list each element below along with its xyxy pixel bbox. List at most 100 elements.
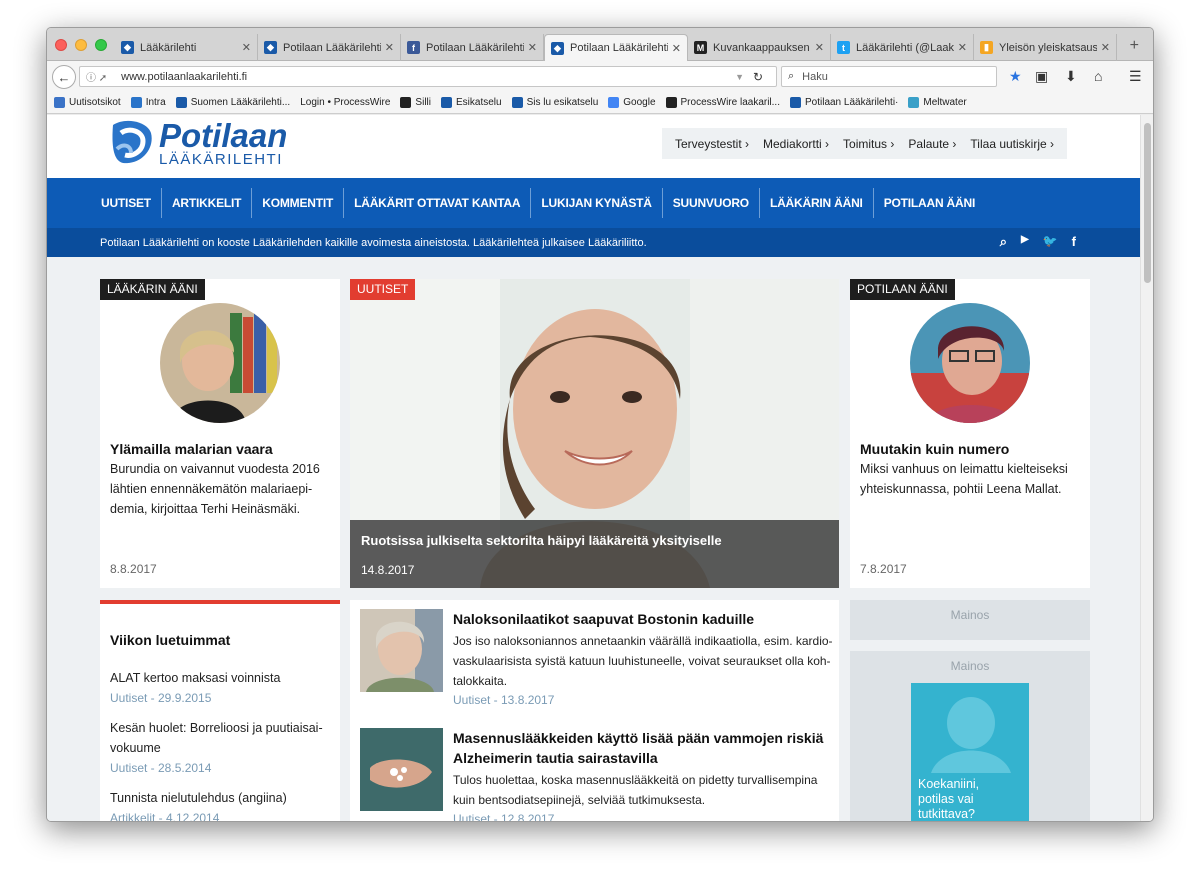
nav-potilaan-aani[interactable]: POTILAAN ÄÄNI xyxy=(874,188,985,218)
news-title[interactable]: Masennuslääkkeiden käyttö lisää pään vam… xyxy=(453,728,833,768)
news-title[interactable]: Naloksonilaatikot saapuvat Bostonin kadu… xyxy=(453,609,833,629)
tab-label: Potilaan Lääkärilehti xyxy=(283,41,381,54)
toplink-terveystestit[interactable]: Terveystestit › xyxy=(675,137,749,151)
bookmark-uutisotsikot[interactable]: Uutisotsikot xyxy=(54,97,121,108)
bookmark-esikatselu[interactable]: Esikatselu xyxy=(440,97,502,108)
laakarilehti-icon: ◆ xyxy=(551,41,564,55)
nav-artikkelit[interactable]: ARTIKKELIT xyxy=(162,188,253,218)
tab-potilaan-active[interactable]: ◆ Potilaan Lääkärilehti ✕ xyxy=(544,34,688,61)
download-icon[interactable]: ⬇ xyxy=(1065,68,1077,85)
bookmark-potilaan[interactable]: Potilaan Lääkärilehti· xyxy=(789,97,898,108)
back-button[interactable]: ← xyxy=(52,65,76,89)
news-excerpt: Tulos huolettaa, koska masennuslääkkeitä… xyxy=(453,773,818,807)
youtube-icon[interactable]: ▶ xyxy=(1021,234,1029,250)
bookmark-label: Sis lu esikatselu xyxy=(526,97,599,108)
logo-text: Potilaan LÄÄKÄRILEHTI xyxy=(159,119,287,168)
news-item[interactable]: Naloksonilaatikot saapuvat Bostonin kadu… xyxy=(360,609,833,719)
bookmark-suomen[interactable]: Suomen Lääkärilehti... xyxy=(175,97,290,108)
author-avatar xyxy=(910,303,1030,423)
reading-list-icon[interactable]: ▣ xyxy=(1035,68,1048,85)
tab-label: Potilaan Lääkärilehti xyxy=(570,42,668,54)
most-read-item-meta: Uutiset - 29.9.2015 xyxy=(110,691,212,705)
new-tab-button[interactable]: + xyxy=(1130,37,1139,55)
close-window-button[interactable] xyxy=(55,39,67,51)
hero-article[interactable]: UUTISET Ruotsissa julkiselta sektorilta … xyxy=(350,279,839,588)
url-bar[interactable]: ⓘ ➚ www.potilaanlaakarilehti.fi ▼ xyxy=(79,66,777,87)
toplink-toimitus[interactable]: Toimitus › xyxy=(843,137,894,151)
site-logo[interactable]: Potilaan LÄÄKÄRILEHTI xyxy=(109,119,287,167)
news-photo xyxy=(360,609,443,692)
article-title[interactable]: Ylämailla malarian vaara xyxy=(110,441,273,457)
bookmark-meltwater[interactable]: Meltwater xyxy=(908,97,967,108)
bookmark-star-icon[interactable]: ★ xyxy=(1009,68,1022,85)
site-header: Potilaan LÄÄKÄRILEHTI Terveystestit › Me… xyxy=(47,115,1142,178)
laakarilehti-icon xyxy=(511,97,523,108)
search-icon[interactable]: ⌕ xyxy=(1000,234,1007,250)
hero-title[interactable]: Ruotsissa julkiselta sektorilta häipyi l… xyxy=(361,533,722,548)
news-item[interactable]: Masennuslääkkeiden käyttö lisää pään vam… xyxy=(360,728,833,821)
laakarilehti-icon xyxy=(440,97,452,108)
most-read-item[interactable]: ALAT kertoo maksasi voinnista Uutiset - … xyxy=(110,668,330,708)
menu-icon[interactable]: ☰ xyxy=(1129,68,1142,85)
bookmark-sis-lu[interactable]: Sis lu esikatselu xyxy=(511,97,599,108)
section-tag: POTILAAN ÄÄNI xyxy=(850,279,955,300)
bookmark-login[interactable]: Login • ProcessWire xyxy=(300,97,390,108)
section-tag: LÄÄKÄRIN ÄÄNI xyxy=(100,279,205,300)
article-card-potilaan-aani[interactable]: POTILAAN ÄÄNI Muutakin kuin numero Miksi… xyxy=(850,279,1090,588)
toplink-mediakortti[interactable]: Mediakortti › xyxy=(763,137,829,151)
facebook-icon[interactable]: f xyxy=(1072,234,1076,250)
laakarilehti-icon xyxy=(175,97,187,108)
article-card-laakarin-aani[interactable]: LÄÄKÄRIN ÄÄNI Ylämailla malarian vaara B… xyxy=(100,279,340,588)
zoom-window-button[interactable] xyxy=(95,39,107,51)
scrollbar-thumb[interactable] xyxy=(1144,123,1151,283)
close-icon[interactable]: ✕ xyxy=(1101,41,1110,54)
home-icon[interactable]: ⌂ xyxy=(1094,68,1102,84)
excerpt-line: yhteiskunnassa, pohtii Leena Mallat. xyxy=(860,482,1062,496)
article-date: 8.8.2017 xyxy=(110,562,157,576)
nav-suunvuoro[interactable]: SUUNVUORO xyxy=(663,188,760,218)
ad-banner[interactable]: Koekaniini, potilas vai tutkittava? xyxy=(911,683,1029,821)
article-title[interactable]: Muutakin kuin numero xyxy=(860,441,1009,457)
tab-potilaan-1[interactable]: ◆ Potilaan Lääkärilehti ✕ xyxy=(258,34,401,61)
close-icon[interactable]: ✕ xyxy=(385,41,394,54)
toplink-palaute[interactable]: Palaute › xyxy=(908,137,956,151)
close-icon[interactable]: ✕ xyxy=(242,41,251,54)
url-dropdown-icon[interactable]: ▼ xyxy=(735,72,744,82)
site-info-icon[interactable]: ⓘ ➚ xyxy=(86,69,107,84)
ad-slot: Mainos Koekaniini, potilas vai tutkittav… xyxy=(850,651,1090,821)
nav-laakarit-ottavat-kantaa[interactable]: LÄÄKÄRIT OTTAVAT KANTAA xyxy=(344,188,532,218)
ad-text-line: tutkittava? xyxy=(918,807,975,821)
nav-uutiset[interactable]: UUTISET xyxy=(91,188,162,218)
bookmark-google[interactable]: Google xyxy=(608,97,656,108)
search-input[interactable]: ⌕ Haku xyxy=(781,66,997,87)
most-read-item[interactable]: Kesän huolet: Borrelioosi ja puutiaisai-… xyxy=(110,718,330,778)
nav-laakarin-aani[interactable]: LÄÄKÄRIN ÄÄNI xyxy=(760,188,874,218)
minimize-window-button[interactable] xyxy=(75,39,87,51)
most-read-item-title: Kesän huolet: Borrelioosi ja puutiaisai-… xyxy=(110,721,323,755)
tab-analytics[interactable]: ▮ Yleisön yleiskatsaus - ✕ xyxy=(974,34,1117,61)
most-read-item[interactable]: Tunnista nielutulehdus (angiina) Artikke… xyxy=(110,788,330,821)
laakarilehti-icon: ◆ xyxy=(121,41,134,54)
close-icon[interactable]: ✕ xyxy=(958,41,967,54)
close-icon[interactable]: ✕ xyxy=(528,41,537,54)
twitter-icon[interactable]: 🐦 xyxy=(1043,234,1058,250)
tab-facebook[interactable]: f Potilaan Lääkärilehti - ✕ xyxy=(401,34,544,61)
bookmark-silli[interactable]: Silli xyxy=(400,97,431,108)
tab-label: Lääkärilehti xyxy=(140,41,197,54)
reload-icon[interactable]: ↻ xyxy=(753,70,763,84)
excerpt-line: Burundia on vaivannut vuodesta 2016 xyxy=(110,462,320,476)
article-excerpt: Miksi vanhuus on leimattu kielteiseksi y… xyxy=(860,459,1085,499)
tab-laakarilehti[interactable]: ◆ Lääkärilehti ✕ xyxy=(115,34,258,61)
tab-kuvankaappaus[interactable]: M Kuvankaappauksen o ✕ xyxy=(688,34,831,61)
nav-lukijan-kynasta[interactable]: LUKIJAN KYNÄSTÄ xyxy=(531,188,663,218)
tab-twitter[interactable]: t Lääkärilehti (@Laakar ✕ xyxy=(831,34,974,61)
page-scrollbar[interactable] xyxy=(1140,115,1153,821)
bookmark-processwire[interactable]: ProcessWire laakaril... xyxy=(665,97,780,108)
bookmark-intra[interactable]: Intra xyxy=(130,97,166,108)
close-icon[interactable]: ✕ xyxy=(815,41,824,54)
toplink-tilaa-uutiskirje[interactable]: Tilaa uutiskirje › xyxy=(970,137,1054,151)
close-icon[interactable]: ✕ xyxy=(672,42,681,55)
social-icons: ⌕ ▶ 🐦 f xyxy=(1000,234,1076,250)
hero-caption: Ruotsissa julkiselta sektorilta häipyi l… xyxy=(350,520,839,588)
nav-kommentit[interactable]: KOMMENTIT xyxy=(252,188,345,218)
